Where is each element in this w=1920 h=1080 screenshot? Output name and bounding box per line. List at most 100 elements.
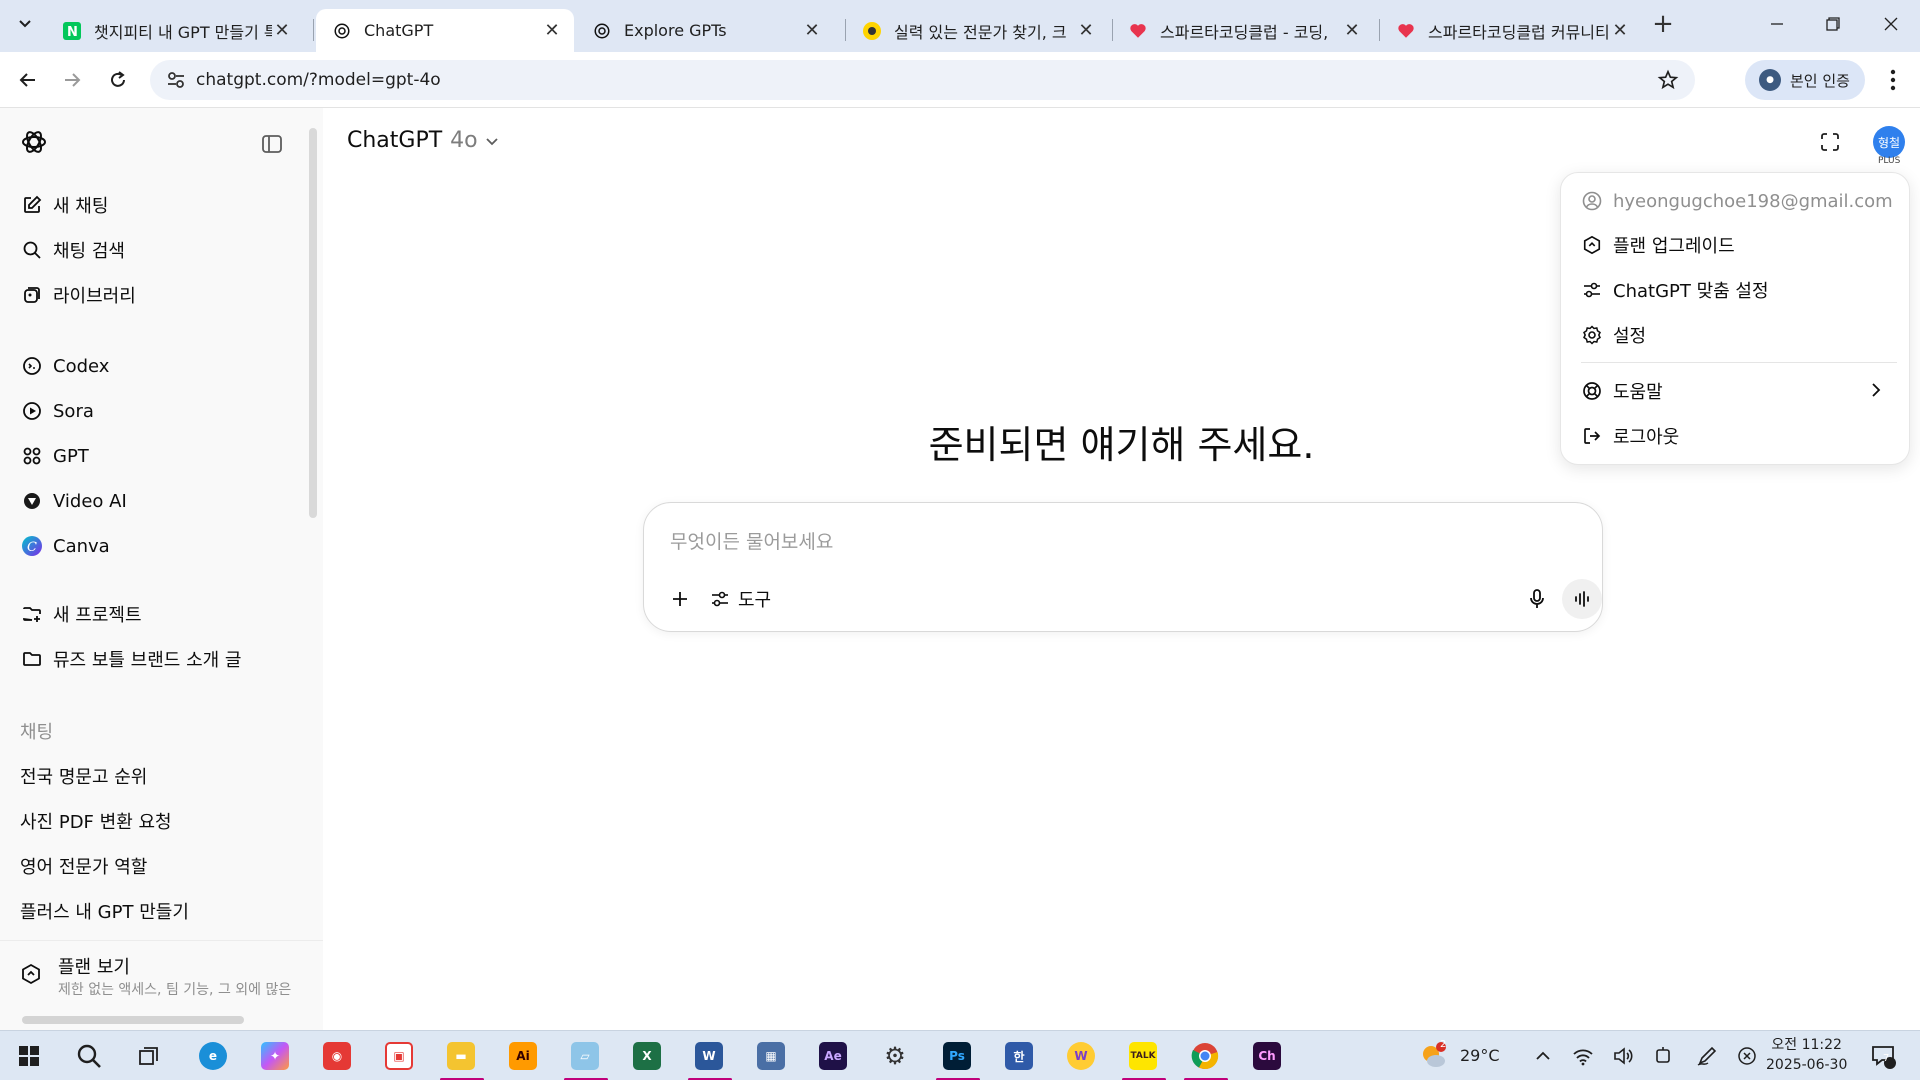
customize-icon [1581,279,1603,301]
calculator-app[interactable]: ▦ [754,1039,788,1073]
app-capture[interactable]: ▣ [382,1039,416,1073]
tray-device-button[interactable] [1646,1039,1680,1073]
close-tab-icon[interactable]: ✕ [272,20,292,41]
menu-item-label: 도움말 [1613,382,1663,403]
chat-history-item[interactable]: 사진 PDF 변환 요청 [20,808,172,834]
settings-app[interactable]: ⚙ [878,1039,912,1073]
chat-history-item[interactable]: 플러스 내 GPT 만들기 [20,898,189,924]
sidebar-item-project[interactable]: 뮤즈 보틀 브랜드 소개 글 [20,639,310,679]
sidebar-item-label: Video AI [53,490,127,512]
notification-count: 7 [1883,1053,1890,1064]
verify-label: 본인 인증 [1790,71,1850,90]
character-animator-app[interactable]: Ch [1250,1039,1284,1073]
model-selector[interactable]: ChatGPT 4o [347,128,500,153]
start-button[interactable] [12,1039,46,1073]
tray-status-button[interactable] [1730,1039,1764,1073]
close-tab-icon[interactable]: ✕ [1610,20,1630,41]
sidebar-scrollbar[interactable] [309,128,317,518]
app-wave[interactable]: W [1064,1039,1098,1073]
file-explorer-app[interactable]: ▬ [444,1039,478,1073]
sidebar-item-gpt[interactable]: GPT [20,436,310,476]
sidebar-item-new-project[interactable]: 새 프로젝트 [20,594,310,634]
chats-section-label: 채팅 [20,722,54,743]
after-effects-app[interactable]: Ae [816,1039,850,1073]
attach-button[interactable] [664,583,696,615]
menu-item-logout[interactable]: 로그아웃 [1581,416,1897,456]
menu-item-upgrade[interactable]: 플랜 업그레이드 [1581,225,1897,265]
browser-tab[interactable]: N 챗지피티 내 GPT 만들기 특 ✕ [46,9,304,52]
tray-overflow-button[interactable] [1526,1039,1560,1073]
browser-tab[interactable]: 스파르타코딩클럽 - 코딩, ✕ [1112,9,1374,52]
copilot-app[interactable]: ✦ [258,1039,292,1073]
profile-avatar[interactable]: 형철 [1873,126,1905,158]
close-tab-icon[interactable]: ✕ [802,20,822,41]
browser-tab[interactable]: Explore GPTs ✕ [576,9,834,52]
system-clock[interactable]: 오전 11:22 2025-06-30 [1766,1035,1847,1075]
bookmark-star-icon[interactable] [1657,69,1679,91]
upgrade-icon [1581,234,1603,256]
canva-icon: C [20,534,44,558]
menu-item-settings[interactable]: 설정 [1581,315,1897,355]
browser-tab[interactable]: 실력 있는 전문가 찾기, 크 ✕ [846,9,1108,52]
chat-history-item[interactable]: 전국 명문고 순위 [20,763,147,789]
voice-mode-button[interactable] [1562,579,1602,619]
sidebar-item-library[interactable]: 라이브러리 [20,275,310,315]
sidebar-item-codex[interactable]: Codex [20,346,310,386]
back-button[interactable] [12,64,44,96]
address-bar[interactable]: chatgpt.com/?model=gpt-4o [150,60,1695,100]
word-app[interactable]: W [692,1039,726,1073]
app-red[interactable]: ◉ [320,1039,354,1073]
excel-app[interactable]: X [630,1039,664,1073]
browser-menu-button[interactable] [1880,64,1906,96]
url-text[interactable]: chatgpt.com/?model=gpt-4o [196,70,441,90]
volume-button[interactable] [1606,1039,1640,1073]
menu-item-customize[interactable]: ChatGPT 맞춤 설정 [1581,270,1897,310]
sidebar-item-search[interactable]: 채팅 검색 [20,230,310,270]
close-window-button[interactable] [1866,8,1916,40]
logout-icon [1581,425,1603,447]
task-view-button[interactable] [132,1039,166,1073]
taskbar-search-button[interactable] [72,1039,106,1073]
chrome-app[interactable] [1188,1039,1222,1073]
tools-button[interactable]: 도구 [710,583,771,615]
app-notes[interactable]: ▱ [568,1039,602,1073]
sidebar-item-canva[interactable]: C Canva [20,526,310,566]
close-icon [1884,17,1898,31]
close-tab-icon[interactable]: ✕ [542,20,562,41]
pen-button[interactable] [1690,1039,1724,1073]
close-tab-icon[interactable]: ✕ [1342,20,1362,41]
sidebar-item-new-chat[interactable]: 새 채팅 [20,185,310,225]
site-info-icon[interactable] [166,70,186,90]
app-korean[interactable]: 한 [1002,1039,1036,1073]
chevron-up-icon [1536,1051,1550,1060]
identity-verify-button[interactable]: ● 본인 인증 [1745,60,1865,100]
openai-icon [592,21,612,41]
prompt-input[interactable] [670,525,1550,559]
sidebar-item-label: 라이브러리 [53,286,136,307]
sidebar-item-sora[interactable]: Sora [20,391,310,431]
dictate-button[interactable] [1521,583,1553,615]
new-tab-button[interactable]: + [1650,11,1676,38]
chat-history-item[interactable]: 영어 전문가 역할 [20,853,147,879]
chevron-down-icon [19,20,31,28]
view-plans-button[interactable]: 플랜 보기 제한 없는 액세스, 팀 기능, 그 외에 많은 [0,940,323,1020]
chatgpt-logo-icon[interactable] [20,128,48,156]
edge-app[interactable]: e [196,1039,230,1073]
sidebar-horizontal-scrollbar[interactable] [22,1016,244,1024]
browser-tab-active[interactable]: ChatGPT ✕ [316,9,574,52]
photoshop-app[interactable]: Ps [940,1039,974,1073]
menu-item-help[interactable]: 도움말 [1581,371,1897,411]
tab-search-button[interactable] [12,10,38,36]
restore-button[interactable] [1808,8,1858,40]
forward-button[interactable] [56,64,88,96]
network-button[interactable] [1566,1039,1600,1073]
close-tab-icon[interactable]: ✕ [1076,20,1096,41]
kakaotalk-app[interactable]: TALK [1126,1039,1160,1073]
temporary-chat-icon[interactable] [1818,130,1842,154]
browser-tab[interactable]: 스파르타코딩클럽 커뮤니티 ✕ [1380,9,1642,52]
sidebar-item-video-ai[interactable]: Video AI [20,481,310,521]
sidebar-toggle-icon[interactable] [260,132,284,156]
minimize-button[interactable] [1752,8,1802,40]
reload-button[interactable] [102,64,134,96]
illustrator-app[interactable]: Ai [506,1039,540,1073]
